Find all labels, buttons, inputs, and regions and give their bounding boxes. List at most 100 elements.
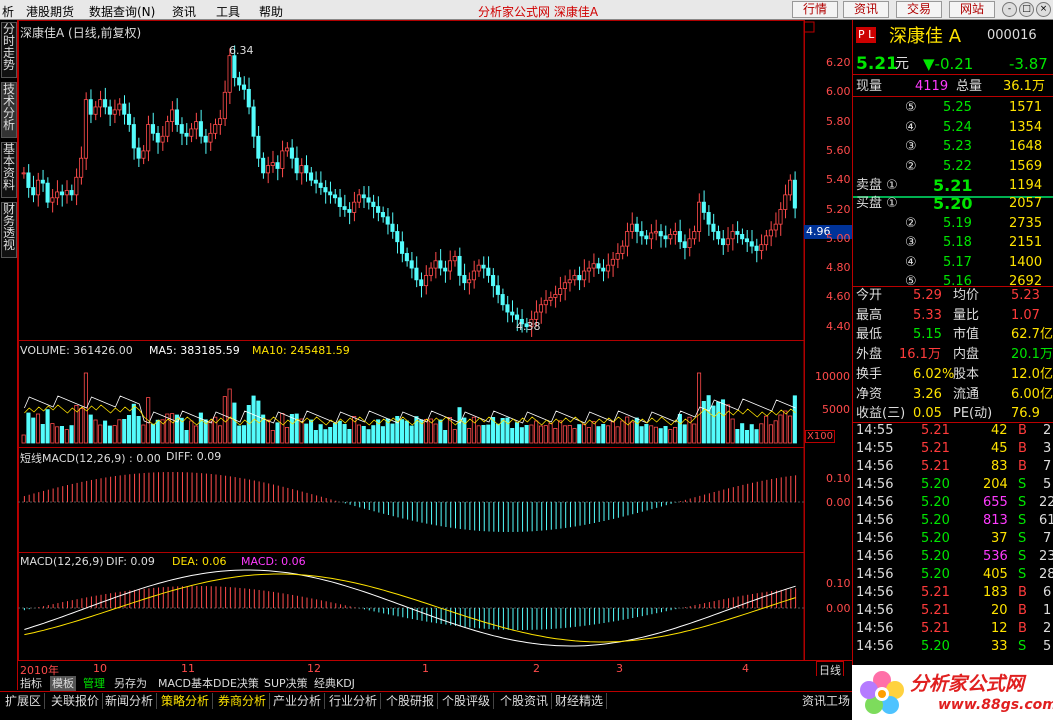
tab-fundamentals[interactable]: 基本资料 xyxy=(1,142,17,198)
bottom-tab[interactable]: 券商分析 xyxy=(215,693,271,709)
tick-time: 14:56 xyxy=(856,477,894,492)
trade-button[interactable]: 交易 xyxy=(896,1,942,18)
volume-bar xyxy=(265,419,270,444)
stat-value: 1.07 xyxy=(1011,307,1040,323)
tab-financials[interactable]: 财务透视 xyxy=(1,202,17,258)
stat-label: 最低 xyxy=(856,327,883,343)
now-volume-label: 现量 xyxy=(856,79,883,94)
menu-item-data-query[interactable]: 数据查询(N) xyxy=(89,3,155,20)
volume-bar xyxy=(543,425,548,444)
stat-row: 净资 3.26 流通 6.00亿 xyxy=(853,385,1053,405)
x-label-oct: 10 xyxy=(93,662,107,675)
bottom-tab[interactable]: 关联报价 xyxy=(48,693,104,709)
bottom-tab[interactable]: 资讯工场 xyxy=(799,693,855,709)
bottom-tab[interactable]: 产业分析 xyxy=(270,693,326,709)
ask-price: 5.21 xyxy=(933,176,973,195)
menu-item-hk-futures[interactable]: 港股期货 xyxy=(26,3,74,20)
candle-body xyxy=(237,77,242,86)
tick-price: 5.20 xyxy=(921,495,950,510)
volume-bar xyxy=(725,404,730,444)
candle-body xyxy=(126,113,132,125)
news-button[interactable]: 资讯 xyxy=(843,1,889,18)
tick-price: 5.20 xyxy=(921,513,950,528)
candle-body xyxy=(88,99,93,115)
candle-body xyxy=(131,124,136,149)
bottom-tab[interactable]: 个股资讯 xyxy=(497,693,553,709)
candle-body xyxy=(79,157,84,178)
candle-body xyxy=(170,109,175,122)
website-button[interactable]: 网站 xyxy=(949,1,995,18)
tab-dde[interactable]: DDE决策 xyxy=(211,676,261,691)
bottom-tab[interactable]: 行业分析 xyxy=(326,693,382,709)
stat-label: 内盘 xyxy=(953,347,980,363)
bottom-tab[interactable]: 个股研报 xyxy=(383,693,439,709)
candle-body xyxy=(198,121,203,137)
candle-body xyxy=(538,304,544,313)
tab-sup[interactable]: SUP决策 xyxy=(262,676,310,691)
tick-price: 5.20 xyxy=(921,549,950,564)
candle-body xyxy=(668,234,673,240)
candle-body xyxy=(759,244,764,251)
menu-item-tools[interactable]: 工具 xyxy=(216,3,240,20)
volume-bar xyxy=(361,425,366,444)
tab-technical[interactable]: 技术分析 xyxy=(1,82,17,138)
candle-body xyxy=(491,275,496,287)
candle-body xyxy=(256,135,261,159)
minimize-icon[interactable]: - xyxy=(1002,2,1017,17)
stat-label: 外盘 xyxy=(856,347,883,363)
tab-intraday[interactable]: 分时走势 xyxy=(1,22,17,78)
chart-area[interactable]: 深康佳A (日线,前复权) 6.34 4.38 4.96 6.20 6.00 5.8… xyxy=(18,20,852,679)
candle-body xyxy=(711,223,716,232)
x-label-apr: 4 xyxy=(742,662,749,675)
pl-badge[interactable]: P L xyxy=(856,27,877,43)
price-axis-label: 5.40 xyxy=(826,173,851,187)
candle-body xyxy=(371,201,376,207)
menu-item-news[interactable]: 资讯 xyxy=(172,3,196,20)
candle-body xyxy=(361,194,366,199)
stock-name: 深康佳 A xyxy=(889,26,962,47)
chart-corner-icon[interactable] xyxy=(803,21,815,33)
tick-side: B xyxy=(1018,621,1027,636)
quote-button[interactable]: 行情 xyxy=(792,1,838,18)
tick-row: 14:56 5.21 83 B 7 xyxy=(853,458,1053,476)
ask-level: ② xyxy=(905,158,917,174)
volume-bar xyxy=(285,426,290,444)
menu-item-help[interactable]: 帮助 xyxy=(259,3,283,20)
candle-body xyxy=(270,162,275,166)
stat-value: 6.00亿 xyxy=(1011,386,1053,402)
tab-kdj[interactable]: 经典KDJ xyxy=(312,676,357,691)
tick-row: 14:56 5.21 183 B 6 xyxy=(853,584,1053,602)
bid-level: ② xyxy=(905,215,917,231)
volume-bar xyxy=(443,429,448,444)
tab-macd-basic[interactable]: MACD基本 xyxy=(156,676,215,691)
tick-volume: 37 xyxy=(991,531,1008,546)
bottom-tab[interactable]: 扩展区 xyxy=(2,693,46,709)
tab-save-as[interactable]: 另存为 xyxy=(112,676,149,691)
tick-time: 14:56 xyxy=(856,621,894,636)
volume-bar xyxy=(423,418,429,444)
tab-manage[interactable]: 管理 xyxy=(81,676,107,691)
bottom-tab[interactable]: 策略分析 xyxy=(158,693,214,709)
candle-body xyxy=(447,260,453,272)
menu-item-analysis[interactable]: 析 xyxy=(2,3,14,20)
volume-bar xyxy=(117,419,122,444)
volume-bar xyxy=(682,424,687,444)
maximize-icon[interactable]: □ xyxy=(1019,2,1034,17)
tick-side: B xyxy=(1018,423,1027,438)
tab-indicator[interactable]: 指标 xyxy=(18,676,44,691)
volume-bar xyxy=(673,426,678,444)
bottom-tab[interactable]: 新闻分析 xyxy=(102,693,158,709)
bottom-tab[interactable]: 财经精选 xyxy=(552,693,608,709)
volume-bar xyxy=(107,425,112,444)
volume-bar xyxy=(31,417,36,444)
bottom-tab[interactable]: 个股评级 xyxy=(439,693,495,709)
volume-bar xyxy=(332,422,338,444)
ask-price: 5.25 xyxy=(943,100,972,115)
volume-bar xyxy=(716,401,721,444)
candle-body xyxy=(136,147,141,159)
high-label: 6.34 xyxy=(229,44,254,57)
tick-count: 28 xyxy=(1039,567,1053,582)
volume-bar xyxy=(759,423,764,444)
close-icon[interactable]: × xyxy=(1036,2,1051,17)
tab-template[interactable]: 模板 xyxy=(50,676,76,691)
